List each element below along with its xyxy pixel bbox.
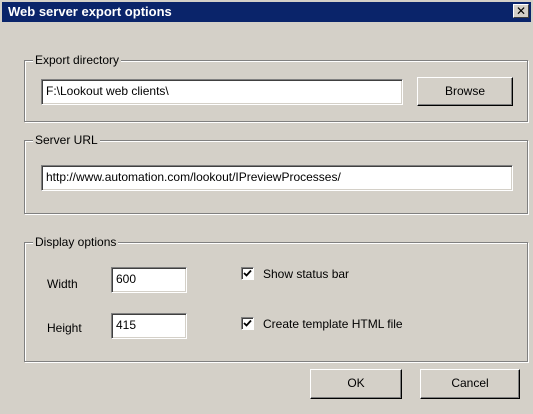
server-url-legend: Server URL (33, 133, 100, 147)
checkmark-icon (243, 269, 252, 277)
width-label: Width (47, 277, 78, 291)
display-options-group: Display options Width 600 Height 415 Sho… (24, 235, 528, 362)
close-icon[interactable]: ✕ (513, 4, 529, 18)
export-directory-legend: Export directory (33, 53, 122, 67)
height-label: Height (47, 321, 82, 335)
display-options-legend: Display options (33, 235, 119, 249)
checkmark-icon (243, 319, 252, 327)
create-template-checkbox[interactable] (241, 317, 254, 330)
web-server-export-dialog: Web server export options ✕ Export direc… (0, 0, 533, 414)
show-status-bar-checkbox[interactable] (241, 267, 254, 280)
create-template-label[interactable]: Create template HTML file (263, 317, 403, 331)
height-input[interactable]: 415 (111, 313, 187, 339)
export-directory-input[interactable]: F:\Lookout web clients\ (41, 79, 403, 105)
close-glyph: ✕ (515, 4, 527, 18)
server-url-group: Server URL http://www.automation.com/loo… (24, 133, 528, 214)
cancel-button[interactable]: Cancel (420, 369, 520, 399)
title-bar[interactable]: Web server export options ✕ (2, 2, 531, 22)
ok-button[interactable]: OK (310, 369, 402, 399)
server-url-input[interactable]: http://www.automation.com/lookout/IPrevi… (41, 165, 513, 191)
window-title: Web server export options (8, 4, 172, 19)
export-directory-group: Export directory F:\Lookout web clients\… (24, 53, 528, 122)
browse-button[interactable]: Browse (417, 77, 513, 106)
width-input[interactable]: 600 (111, 267, 187, 293)
show-status-bar-label[interactable]: Show status bar (263, 267, 349, 281)
